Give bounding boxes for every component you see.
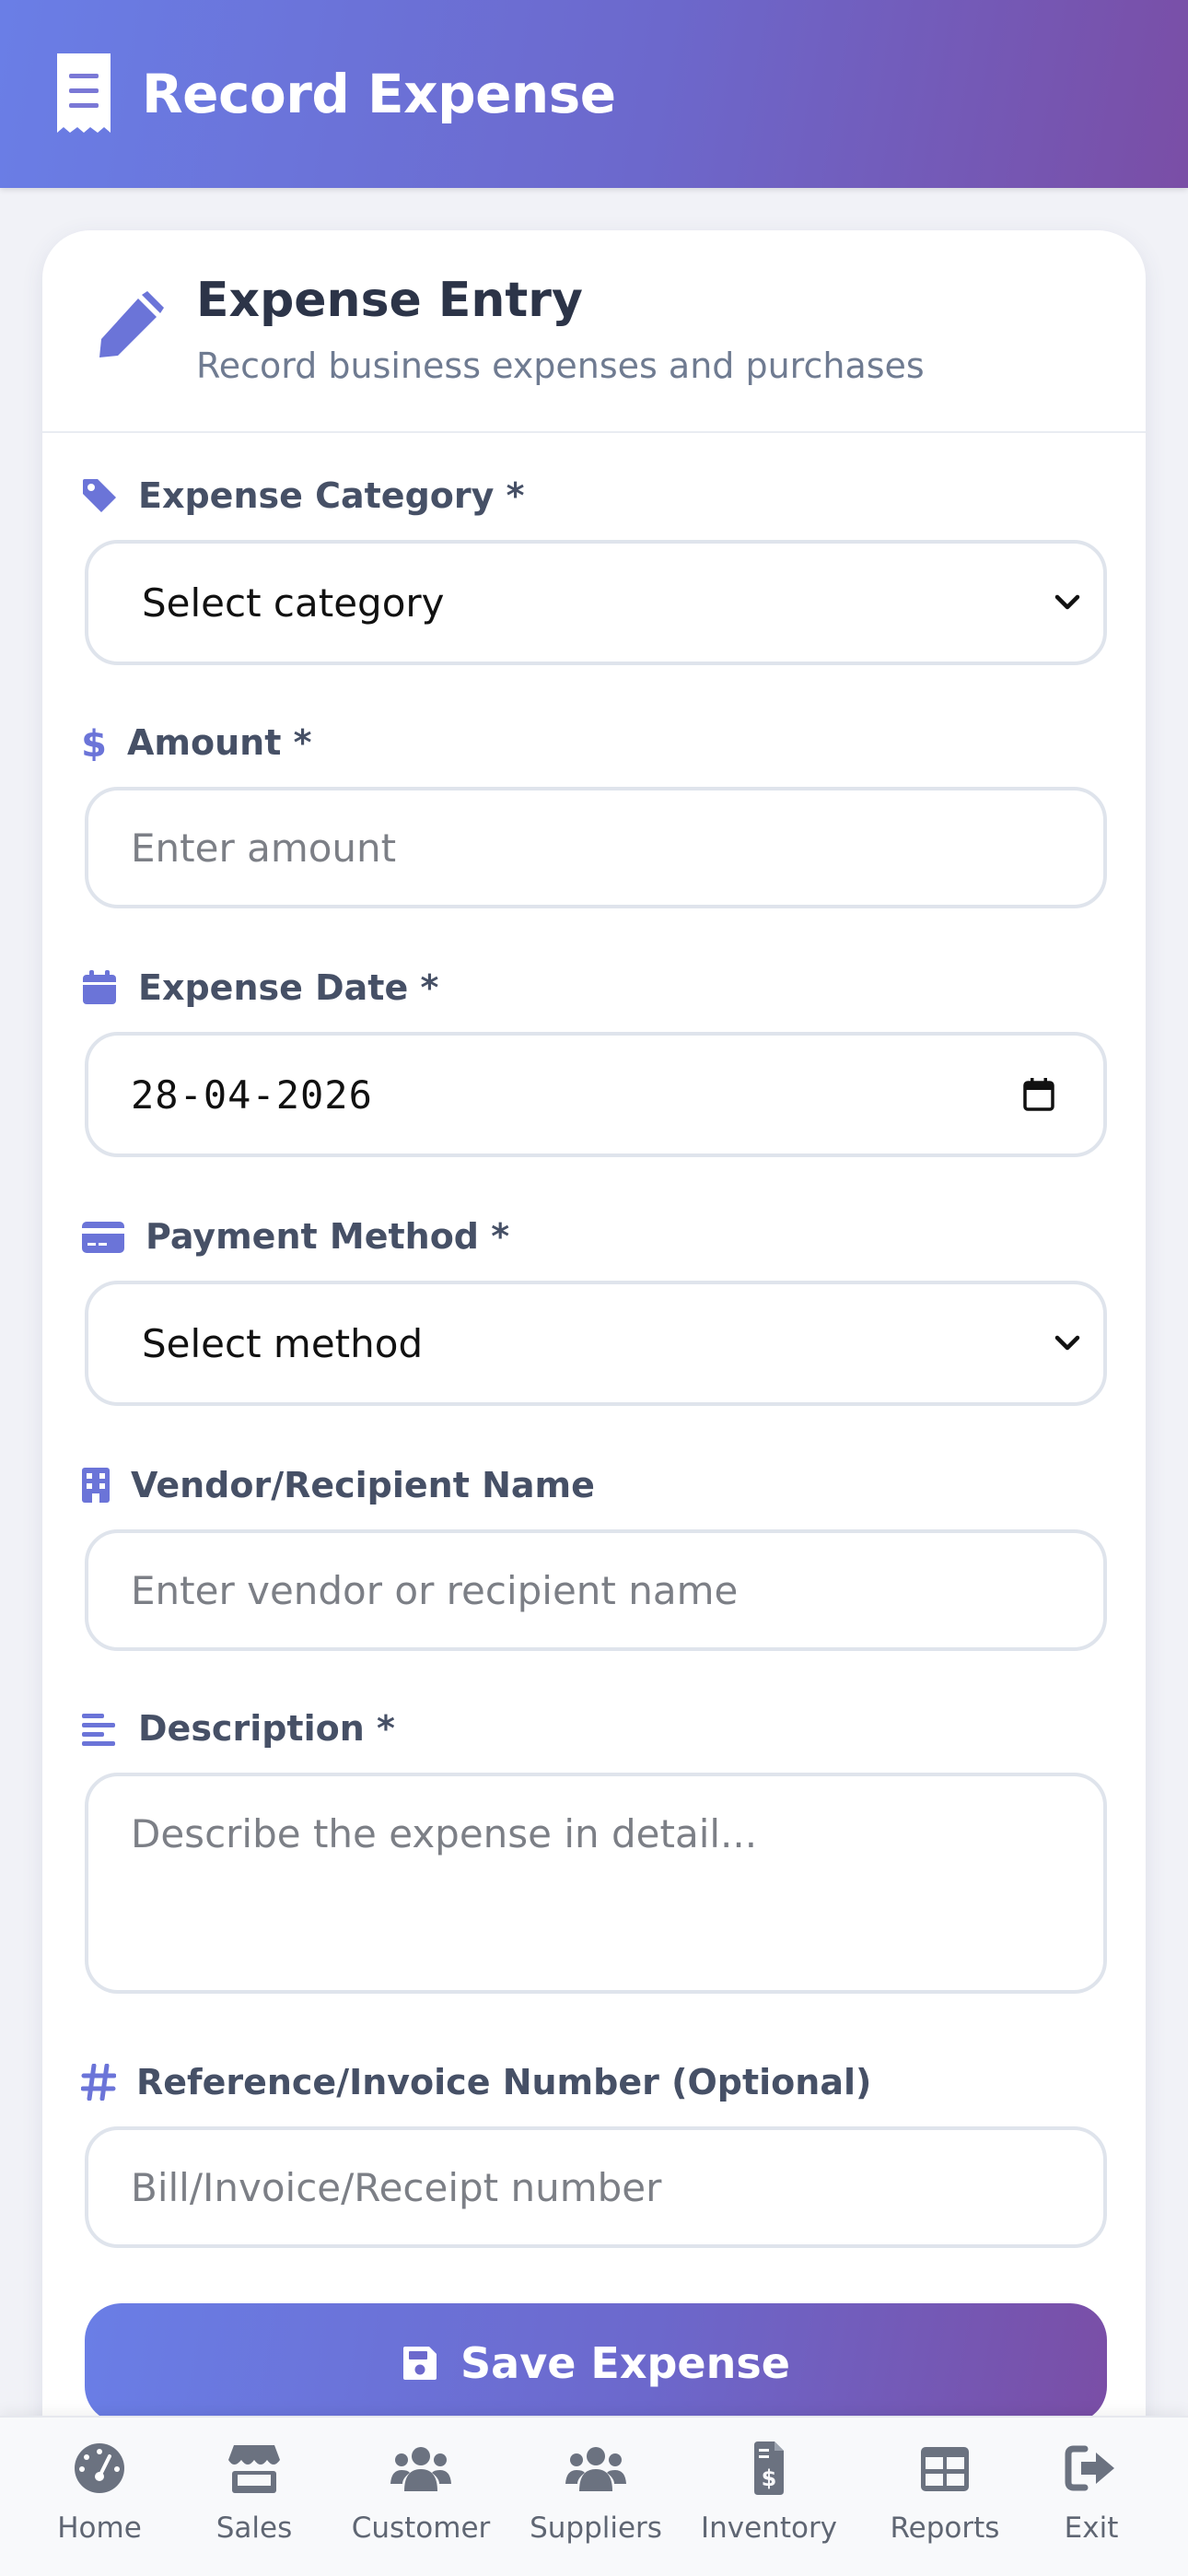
vendor-name-input[interactable]: Enter vendor or recipient name bbox=[85, 1529, 1107, 1651]
description-label: Description * bbox=[81, 1703, 395, 1754]
dashboard-icon bbox=[75, 2443, 124, 2493]
dollar-icon: $ bbox=[81, 724, 107, 761]
card-subtitle: Record business expenses and purchases bbox=[196, 345, 925, 386]
amount-label-text: Amount * bbox=[127, 722, 312, 763]
card-title: Expense Entry bbox=[196, 273, 583, 328]
nav-item-home[interactable]: Home bbox=[53, 2418, 146, 2576]
expense-date-value: 28-04-2026 bbox=[131, 1071, 373, 1118]
nav-item-customer[interactable]: Customer bbox=[352, 2418, 490, 2576]
save-icon bbox=[403, 2347, 437, 2380]
expense-date-label: Expense Date * bbox=[81, 962, 438, 1013]
nav-label-home: Home bbox=[57, 2512, 142, 2545]
vendor-name-label: Vendor/Recipient Name bbox=[81, 1459, 595, 1511]
amount-placeholder: Enter amount bbox=[131, 825, 397, 871]
payment-method-value: Select method bbox=[142, 1320, 424, 1366]
expense-category-select[interactable]: Select category bbox=[85, 540, 1107, 665]
save-expense-label: Save Expense bbox=[460, 2338, 790, 2388]
nav-label-customer: Customer bbox=[351, 2512, 491, 2545]
nav-item-exit[interactable]: Exit bbox=[1050, 2418, 1133, 2576]
align-left-icon bbox=[82, 1714, 115, 1746]
reference-number-input[interactable]: Bill/Invoice/Receipt number bbox=[85, 2126, 1107, 2248]
vendor-name-label-text: Vendor/Recipient Name bbox=[131, 1465, 595, 1505]
reference-number-label: Reference/Invoice Number (Optional) bbox=[81, 2056, 871, 2108]
nav-item-inventory[interactable]: $ Inventory bbox=[701, 2418, 837, 2576]
expense-date-label-text: Expense Date * bbox=[138, 967, 439, 1008]
calendar-picker-icon[interactable] bbox=[1022, 1077, 1055, 1112]
description-label-text: Description * bbox=[138, 1708, 395, 1749]
sign-out-icon bbox=[1065, 2445, 1114, 2491]
tag-icon bbox=[83, 479, 116, 512]
page-title: Record Expense bbox=[142, 63, 616, 125]
credit-card-icon bbox=[82, 1222, 124, 1253]
vendor-name-placeholder: Enter vendor or recipient name bbox=[131, 1567, 739, 1613]
users-icon bbox=[390, 2447, 451, 2491]
nav-label-suppliers: Suppliers bbox=[530, 2512, 662, 2545]
expense-category-label: Expense Category * bbox=[81, 470, 525, 521]
card-header: Expense Entry Record business expenses a… bbox=[42, 230, 1146, 433]
nav-label-inventory: Inventory bbox=[700, 2512, 838, 2545]
chevron-down-icon bbox=[1054, 594, 1080, 610]
invoice-dollar-icon: $ bbox=[754, 2441, 784, 2495]
table-icon bbox=[921, 2447, 969, 2491]
receipt-icon bbox=[57, 53, 111, 133]
calendar-icon bbox=[83, 970, 116, 1004]
nav-label-exit: Exit bbox=[1064, 2512, 1119, 2545]
nav-label-reports: Reports bbox=[890, 2512, 1000, 2545]
amount-label: $ Amount * bbox=[81, 717, 311, 768]
payment-method-select[interactable]: Select method bbox=[85, 1281, 1107, 1406]
svg-text:$: $ bbox=[81, 724, 107, 761]
hashtag-icon bbox=[81, 2064, 116, 2101]
description-placeholder: Describe the expense in detail... bbox=[131, 1811, 758, 1856]
bottom-nav: Home Sales Customer Suppliers $ Inventor… bbox=[0, 2416, 1188, 2576]
nav-item-sales[interactable]: Sales bbox=[208, 2418, 300, 2576]
expense-category-label-text: Expense Category * bbox=[138, 475, 525, 516]
reference-number-placeholder: Bill/Invoice/Receipt number bbox=[131, 2164, 662, 2210]
payment-method-label-text: Payment Method * bbox=[146, 1216, 510, 1257]
expense-date-input[interactable]: 28-04-2026 bbox=[85, 1032, 1107, 1157]
users-icon bbox=[565, 2447, 626, 2491]
description-textarea[interactable]: Describe the expense in detail... bbox=[85, 1773, 1107, 1994]
record-expense-screen: Record Expense Expense Entry Record busi… bbox=[0, 0, 1188, 2576]
nav-item-suppliers[interactable]: Suppliers bbox=[530, 2418, 662, 2576]
amount-input[interactable]: Enter amount bbox=[85, 787, 1107, 908]
expense-category-value: Select category bbox=[142, 580, 445, 626]
reference-number-label-text: Reference/Invoice Number (Optional) bbox=[136, 2062, 872, 2102]
store-icon bbox=[228, 2445, 280, 2493]
pen-icon bbox=[99, 291, 164, 357]
nav-item-reports[interactable]: Reports bbox=[890, 2418, 1000, 2576]
payment-method-label: Payment Method * bbox=[81, 1211, 509, 1262]
svg-text:$: $ bbox=[762, 2465, 777, 2491]
building-icon bbox=[82, 1468, 110, 1503]
chevron-down-icon bbox=[1054, 1335, 1080, 1351]
nav-label-sales: Sales bbox=[215, 2512, 293, 2545]
app-header: Record Expense bbox=[0, 0, 1188, 188]
save-expense-button[interactable]: Save Expense bbox=[85, 2303, 1107, 2423]
